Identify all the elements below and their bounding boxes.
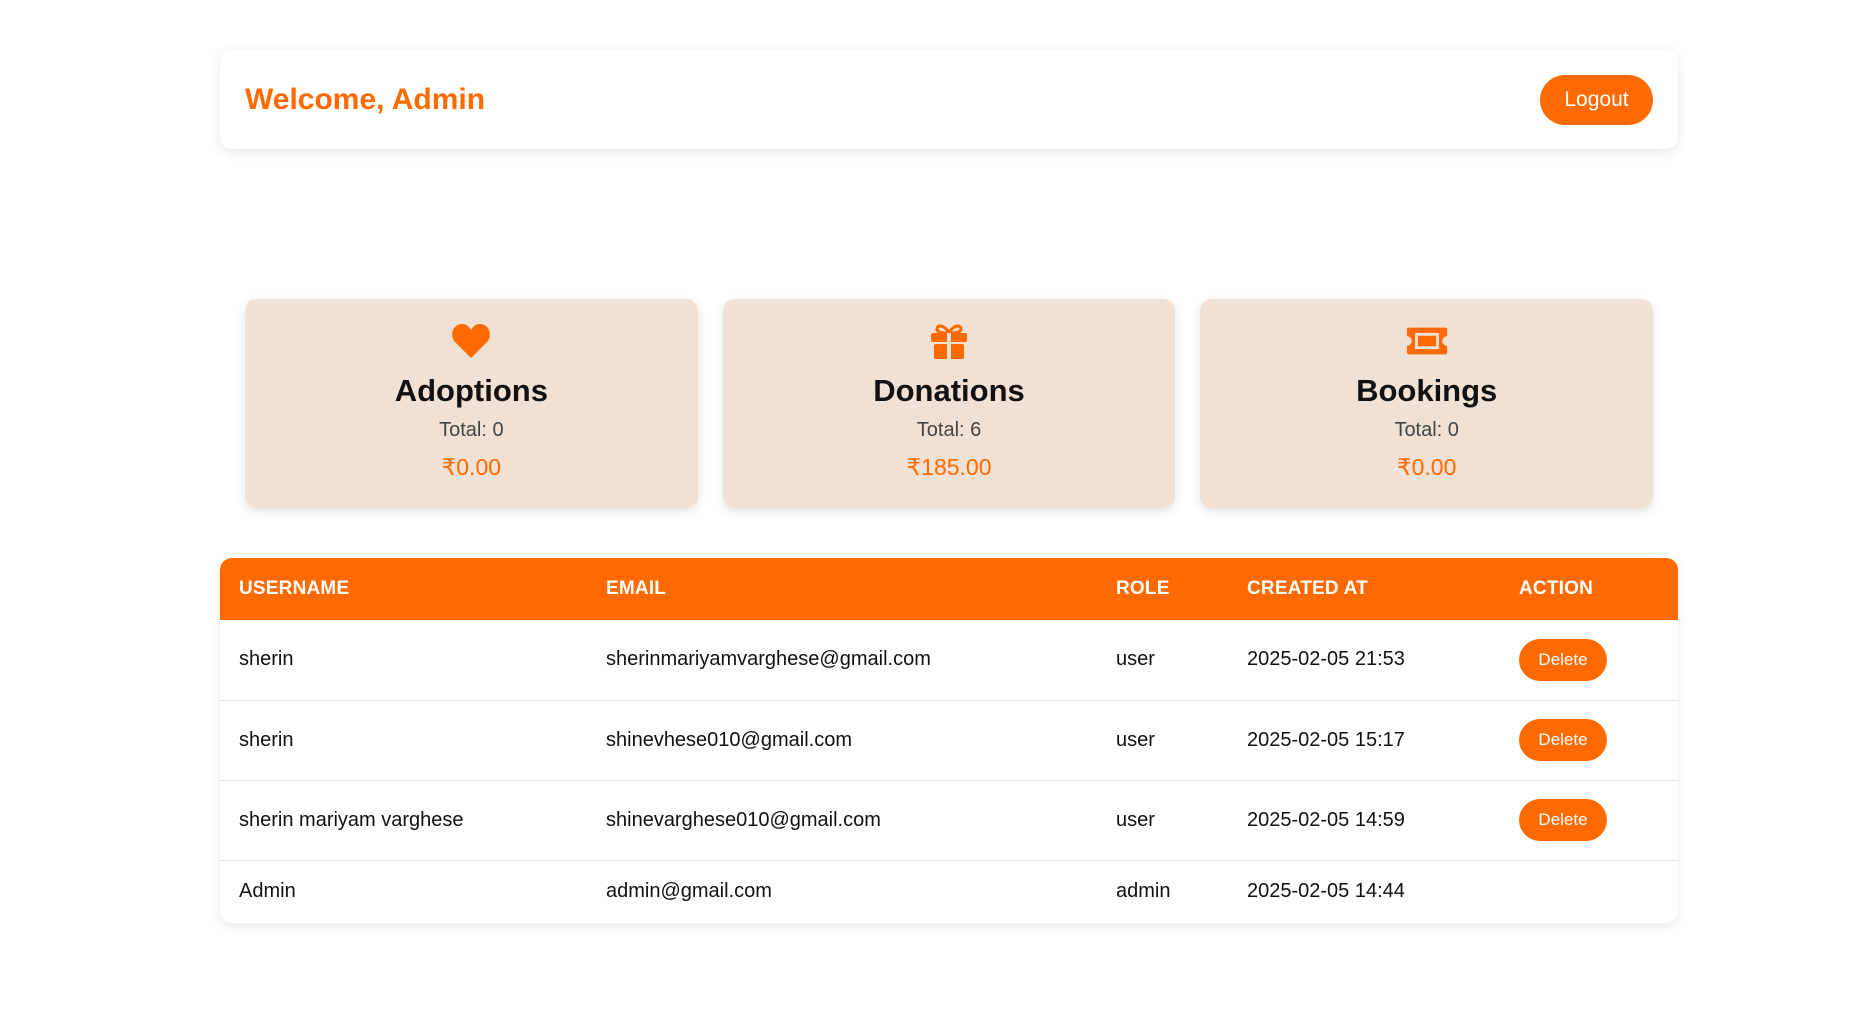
table-row: Admin admin@gmail.com admin 2025-02-05 1… — [220, 860, 1678, 922]
cell-role: user — [1116, 728, 1155, 751]
donations-card: Donations Total: 6 ₹185.00 — [722, 299, 1176, 508]
table-row: sherin shinevhese010@gmail.com user 2025… — [220, 700, 1678, 780]
column-header-role: ROLE — [1116, 578, 1170, 599]
cell-username: sherin — [239, 648, 294, 671]
cell-role: admin — [1116, 879, 1171, 902]
cell-action: Delete — [1500, 700, 1678, 780]
adoptions-card: Adoptions Total: 0 ₹0.00 — [245, 299, 698, 508]
dashboard-header: Welcome, Admin Logout — [220, 50, 1678, 149]
table-row: sherin sherinmariyamvarghese@gmail.com u… — [220, 620, 1678, 700]
card-title: Adoptions — [394, 373, 548, 408]
cell-role: user — [1116, 808, 1155, 831]
card-title: Donations — [873, 373, 1025, 408]
cell-username: Admin — [239, 879, 296, 902]
table-row: sherin mariyam varghese shinevarghese010… — [220, 780, 1678, 860]
column-header-action: ACTION — [1519, 578, 1594, 599]
delete-button[interactable]: Delete — [1519, 638, 1607, 681]
column-header-created-at: CREATED AT — [1247, 578, 1368, 599]
welcome-title: Welcome, Admin — [245, 82, 486, 116]
cell-email: sherinmariyamvarghese@gmail.com — [606, 648, 931, 671]
cell-created-at: 2025-02-05 14:44 — [1247, 879, 1405, 902]
cell-email: shinevhese010@gmail.com — [606, 728, 852, 751]
card-amount: ₹0.00 — [1396, 454, 1457, 480]
column-header-email: EMAIL — [606, 578, 667, 599]
gift-icon — [928, 323, 970, 359]
card-title: Bookings — [1356, 373, 1498, 408]
delete-button[interactable]: Delete — [1519, 719, 1607, 761]
cell-created-at: 2025-02-05 14:59 — [1247, 808, 1405, 831]
table-header-row: USERNAME EMAIL ROLE CREATED AT ACTION — [220, 558, 1678, 620]
cell-email: admin@gmail.com — [606, 879, 772, 902]
ticket-icon — [1406, 323, 1448, 359]
card-total: Total: 0 — [439, 419, 504, 441]
cell-email: shinevarghese010@gmail.com — [606, 808, 881, 831]
cell-role: user — [1116, 648, 1155, 671]
users-table: USERNAME EMAIL ROLE CREATED AT ACTION sh… — [220, 558, 1678, 923]
card-amount: ₹185.00 — [906, 454, 992, 480]
card-total: Total: 6 — [916, 419, 982, 441]
cell-username: sherin — [239, 728, 294, 751]
cell-action: Delete — [1500, 780, 1678, 860]
delete-button[interactable]: Delete — [1519, 799, 1607, 841]
cell-action: Delete — [1500, 620, 1678, 700]
cell-action — [1500, 860, 1678, 922]
bookings-card: Bookings Total: 0 ₹0.00 — [1200, 299, 1654, 508]
cell-created-at: 2025-02-05 15:17 — [1247, 728, 1405, 751]
cell-username: sherin mariyam varghese — [239, 808, 464, 831]
logout-button[interactable]: Logout — [1540, 74, 1653, 125]
stats-cards: Adoptions Total: 0 ₹0.00 Donations Total… — [245, 299, 1654, 508]
cell-created-at: 2025-02-05 21:53 — [1247, 648, 1405, 671]
card-amount: ₹0.00 — [441, 454, 502, 480]
column-header-username: USERNAME — [239, 578, 350, 599]
card-total: Total: 0 — [1394, 419, 1459, 441]
heart-icon — [450, 323, 492, 359]
